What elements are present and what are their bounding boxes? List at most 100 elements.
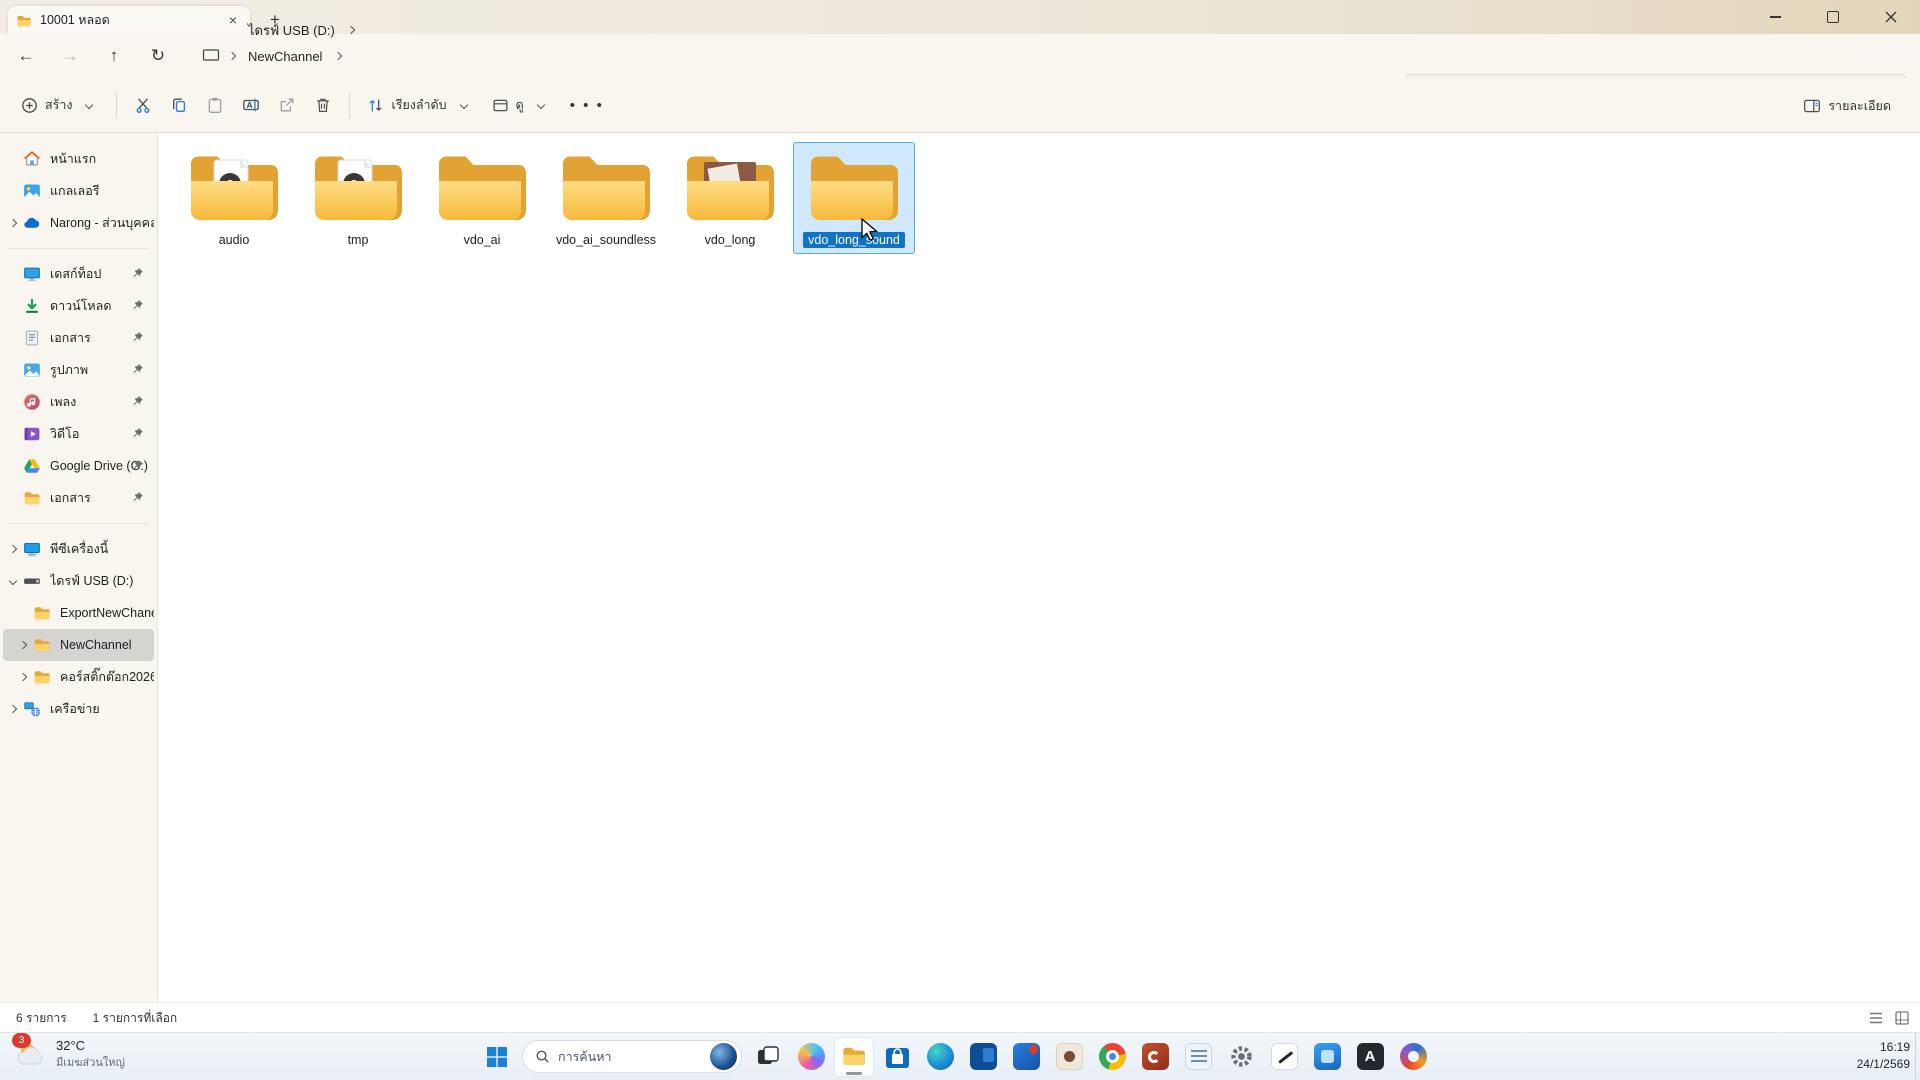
breadcrumb-item[interactable]: ไดรฟ์ USB (D:) <box>242 16 341 45</box>
sidebar-item-pictures[interactable]: รูปภาพ <box>3 354 154 386</box>
share-button[interactable] <box>269 89 305 121</box>
refresh-button[interactable]: ↻ <box>140 40 176 72</box>
sidebar-item-network[interactable]: เครือข่าย <box>3 693 154 725</box>
sidebar-item-downloads[interactable]: ดาวน์โหลด <box>3 290 154 322</box>
forward-button[interactable]: → <box>52 40 88 72</box>
taskbar-app-settings[interactable] <box>1221 1037 1261 1077</box>
view-button[interactable]: ดู <box>483 88 560 122</box>
thispc-icon <box>23 540 41 558</box>
tree-expander[interactable] <box>3 218 23 228</box>
sidebar-item-thispc[interactable]: พีซีเครื่องนี้ <box>3 533 154 565</box>
taskbar-app-browser-colorful[interactable] <box>1393 1037 1433 1077</box>
status-bar: 6 รายการ 1 รายการที่เลือก <box>0 1002 1920 1033</box>
taskbar-search[interactable]: การค้นหา <box>522 1040 742 1073</box>
tree-expander[interactable] <box>13 610 33 616</box>
sidebar-item-folder[interactable]: ExportNewChanel <box>3 597 154 629</box>
folder-tile-vdo_ai_soundless[interactable]: vdo_ai_soundless <box>545 142 667 254</box>
taskbar-app-store[interactable] <box>877 1037 917 1077</box>
tree-expander[interactable] <box>3 271 23 277</box>
folder-tile-vdo_long[interactable]: vdo_long <box>669 142 791 254</box>
folder-tile-vdo_long_sound[interactable]: vdo_long_sound <box>793 142 915 254</box>
large-icons-view-toggle[interactable] <box>1894 1010 1910 1026</box>
taskbar-app-app-azure[interactable] <box>1307 1037 1347 1077</box>
tree-expander[interactable] <box>3 576 23 586</box>
rename-button[interactable] <box>233 89 269 121</box>
tree-expander[interactable] <box>3 303 23 309</box>
tree-expander[interactable] <box>3 463 23 469</box>
copy-button[interactable] <box>161 89 197 121</box>
close-button[interactable] <box>1862 0 1920 34</box>
cut-button[interactable] <box>125 89 161 121</box>
folder-tile-audio[interactable]: audio <box>173 142 295 254</box>
taskbar-app-chrome[interactable] <box>1092 1037 1132 1077</box>
location-icon <box>202 48 220 64</box>
tree-expander[interactable] <box>3 544 23 554</box>
sidebar-item-documents[interactable]: เอกสาร <box>3 322 154 354</box>
documents-icon <box>23 329 41 347</box>
sidebar-item-gdrive[interactable]: Google Drive (G:) <box>3 450 154 482</box>
taskbar-app-notepad[interactable] <box>1178 1037 1218 1077</box>
tree-expander[interactable] <box>13 672 33 682</box>
onedrive-icon <box>23 214 41 232</box>
weather-condition: มีเมฆส่วนใหญ่ <box>56 1056 125 1069</box>
taskbar-app-edge[interactable] <box>920 1037 960 1077</box>
notification-badge: 3 <box>12 1033 31 1048</box>
sidebar-item-usbdrive[interactable]: ไดรฟ์ USB (D:) <box>3 565 154 597</box>
tree-expander[interactable] <box>3 704 23 714</box>
sidebar-item-gallery[interactable]: แกลเลอรี <box>3 175 154 207</box>
start-button[interactable] <box>478 1038 516 1076</box>
sidebar-top-section: หน้าแรก แกลเลอรี Narong - ส่วนบุคคล <box>0 143 157 239</box>
sidebar-item-folder[interactable]: คอร์สติ๊กต๊อก2026 <box>3 661 154 693</box>
more-options-button[interactable]: • • • <box>560 97 614 114</box>
sidebar-item-music[interactable]: เพลง <box>3 386 154 418</box>
details-view-toggle[interactable] <box>1868 1010 1884 1026</box>
taskbar-app-app-maroon[interactable] <box>1135 1037 1175 1077</box>
chrome-icon <box>1098 1043 1126 1070</box>
delete-button[interactable] <box>305 89 341 121</box>
sidebar-item-onedrive[interactable]: Narong - ส่วนบุคคล <box>3 207 154 239</box>
folder-icon <box>33 668 51 686</box>
folder-icon <box>310 148 406 226</box>
breadcrumb-item[interactable]: NewChannel <box>242 45 328 68</box>
tree-expander[interactable] <box>3 495 23 501</box>
folder-tile-vdo_ai[interactable]: vdo_ai <box>421 142 543 254</box>
item-count: 6 รายการ <box>16 1010 67 1025</box>
tree-expander[interactable] <box>3 399 23 405</box>
maximize-button[interactable] <box>1804 0 1862 34</box>
up-button[interactable]: ↑ <box>96 40 132 72</box>
tree-expander[interactable] <box>3 367 23 373</box>
sidebar-item-videos[interactable]: วิดีโอ <box>3 418 154 450</box>
details-pane-button[interactable]: รายละเอียด <box>1794 89 1900 123</box>
taskbar-clock[interactable]: 16:19 24/1/2569 <box>1857 1039 1910 1073</box>
weather-widget[interactable]: 3 32°C มีเมฆส่วนใหญ่ <box>12 1033 125 1071</box>
taskbar-app-file-explorer[interactable] <box>834 1036 874 1077</box>
taskbar-app-pen-app[interactable] <box>1264 1037 1304 1077</box>
sort-button[interactable]: เรียงลำดับ <box>358 88 482 122</box>
tree-expander[interactable] <box>13 640 33 650</box>
taskbar-app-app-blue-red[interactable] <box>1006 1037 1046 1077</box>
folder-name: tmp <box>347 233 369 247</box>
folder-tile-tmp[interactable]: tmp <box>297 142 419 254</box>
tree-expander[interactable] <box>3 431 23 437</box>
taskbar-app-app-dark-a[interactable]: A <box>1350 1037 1390 1077</box>
tree-expander[interactable] <box>3 156 23 162</box>
sidebar-item-folder[interactable]: NewChannel <box>3 629 154 661</box>
tree-expander[interactable] <box>3 188 23 194</box>
show-desktop-button[interactable] <box>1915 1033 1920 1080</box>
folder-icon <box>23 489 41 507</box>
pin-icon <box>131 491 144 504</box>
minimize-button[interactable] <box>1746 0 1804 34</box>
taskbar-app-copilot[interactable] <box>791 1037 831 1077</box>
paste-button[interactable] <box>197 89 233 121</box>
back-button[interactable]: ← <box>8 40 44 72</box>
pin-icon <box>131 459 144 472</box>
tree-expander[interactable] <box>3 335 23 341</box>
taskbar-app-outlook[interactable] <box>963 1037 1003 1077</box>
sidebar-item-folder[interactable]: เอกสาร <box>3 482 154 514</box>
taskbar-app-app-tan[interactable] <box>1049 1037 1089 1077</box>
sidebar-item-home[interactable]: หน้าแรก <box>3 143 154 175</box>
sidebar-item-desktop[interactable]: เดสก์ท็อป <box>3 258 154 290</box>
taskbar-app-task-view[interactable] <box>748 1037 788 1077</box>
pen-app-icon <box>1270 1043 1298 1070</box>
new-button[interactable]: สร้าง <box>12 88 108 122</box>
